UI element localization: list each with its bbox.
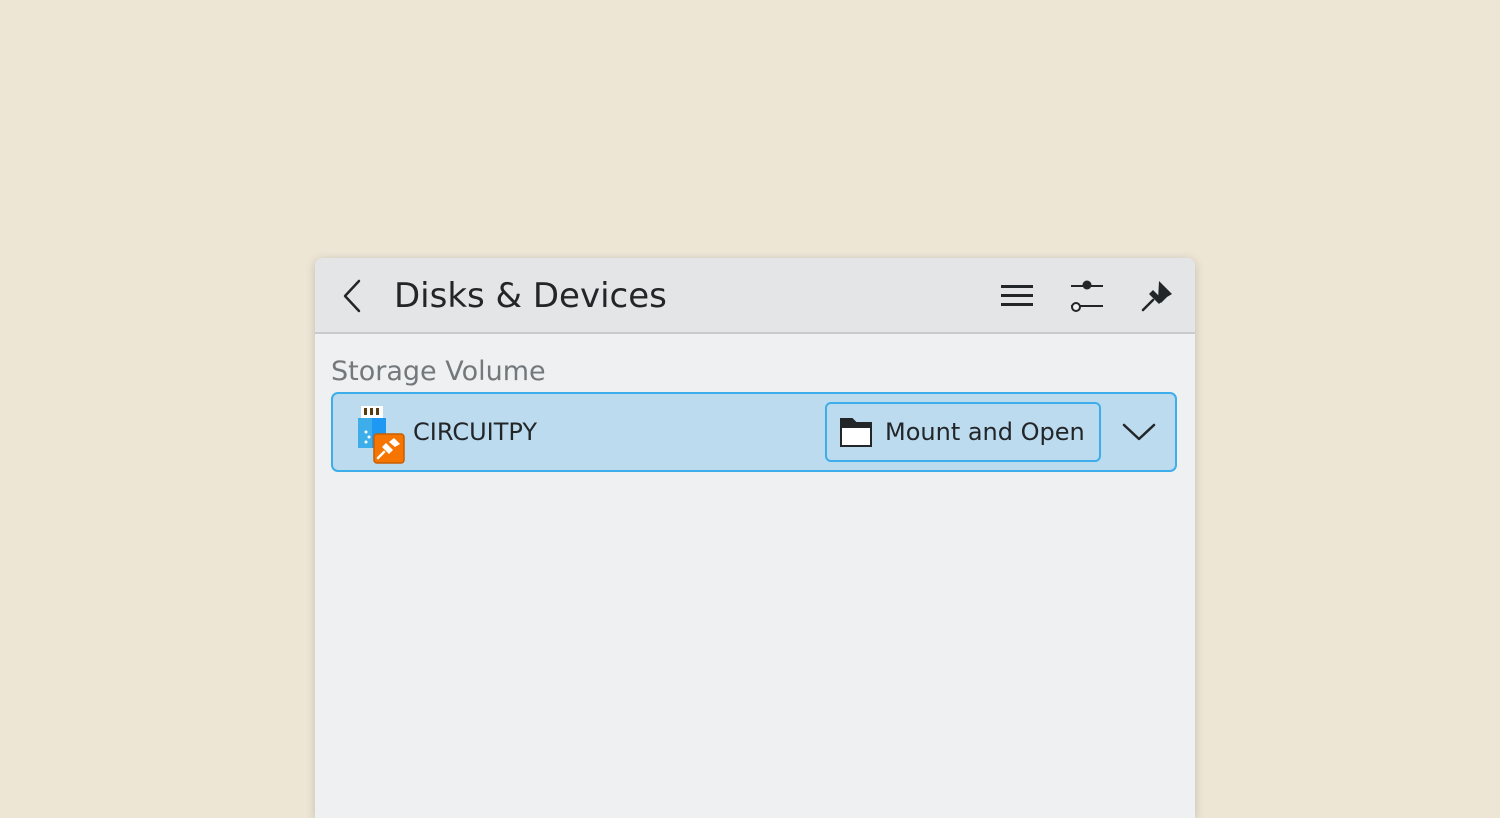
device-name: CIRCUITPY xyxy=(413,418,537,446)
folder-icon xyxy=(840,418,872,447)
device-row[interactable]: CIRCUITPY Mount and Open xyxy=(331,392,1177,472)
popup-header: Disks & Devices xyxy=(315,258,1195,334)
settings-button[interactable] xyxy=(1067,276,1107,316)
back-button[interactable] xyxy=(337,276,371,316)
chevron-left-icon xyxy=(343,279,361,313)
sliders-icon xyxy=(1071,280,1103,312)
expand-button[interactable] xyxy=(1119,412,1159,452)
pin-icon xyxy=(1141,281,1172,312)
disks-devices-popup: Disks & Devices Storage Volume CIRCUITPY… xyxy=(315,258,1195,818)
mount-and-open-button[interactable]: Mount and Open xyxy=(825,402,1101,462)
mount-and-open-label: Mount and Open xyxy=(885,418,1085,446)
pin-button[interactable] xyxy=(1137,276,1177,316)
hamburger-menu-icon xyxy=(1001,285,1033,306)
usb-flash-drive-icon xyxy=(355,406,405,464)
section-label: Storage Volume xyxy=(331,356,546,387)
page-title: Disks & Devices xyxy=(394,276,667,316)
menu-button[interactable] xyxy=(997,276,1037,316)
chevron-down-icon xyxy=(1122,423,1156,441)
